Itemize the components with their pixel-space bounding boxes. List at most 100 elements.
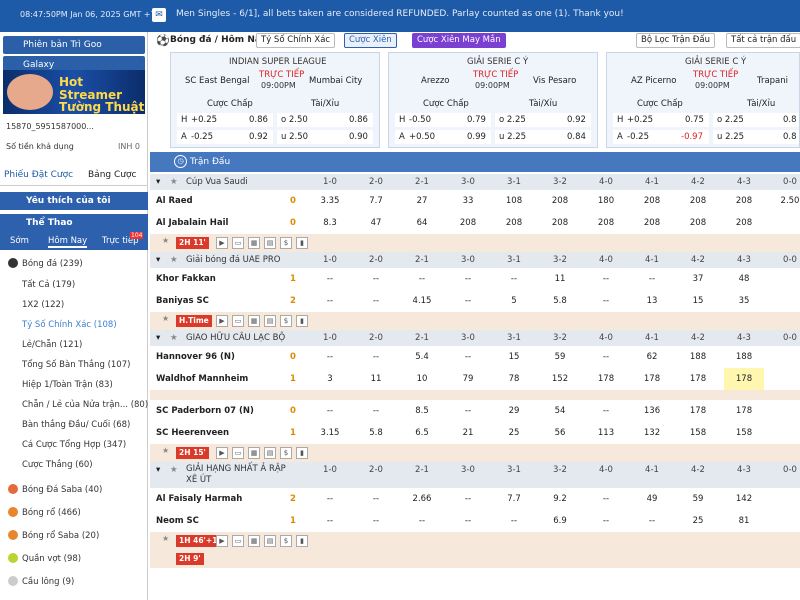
market-item[interactable]: Cá Cược Tổng Hợp (347) — [22, 440, 126, 450]
sports-header[interactable]: Thể Thao — [0, 214, 148, 232]
market-item[interactable]: Lẻ/Chẵn (121) — [22, 340, 82, 350]
odds-cell[interactable]: 158 — [678, 422, 718, 444]
info-icon[interactable]: ▤ — [264, 315, 276, 327]
odds-box[interactable]: o 2.25 0.8 — [713, 113, 799, 127]
play-icon[interactable]: ▶ — [216, 535, 228, 547]
odds-cell[interactable]: 54 — [540, 400, 580, 422]
odds-cell[interactable]: -- — [448, 290, 488, 312]
odds-box[interactable]: A +0.50 0.99 — [395, 130, 491, 144]
odds-cell[interactable]: 7.7 — [356, 190, 396, 212]
odds-cell[interactable]: 178 — [724, 400, 764, 422]
star-icon[interactable]: ★ — [162, 314, 169, 323]
chart-icon[interactable]: ▮ — [296, 237, 308, 249]
market-item[interactable]: Tổng Số Bàn Thắng (107) — [22, 360, 130, 370]
market-item[interactable]: Tất Cả (179) — [22, 280, 75, 290]
odds-cell[interactable]: 56 — [540, 422, 580, 444]
star-icon[interactable]: ★ — [170, 330, 178, 346]
market-item[interactable]: Bàn thắng Đầu/ Cuối (68) — [22, 420, 130, 430]
odds-cell[interactable]: 5 — [494, 290, 534, 312]
odds-cell[interactable]: 178 — [632, 368, 672, 390]
odds-cell[interactable]: 10 — [402, 368, 442, 390]
stats-icon[interactable]: ▦ — [248, 315, 260, 327]
odds-cell[interactable]: 78 — [494, 368, 534, 390]
odds-cell[interactable]: 29 — [494, 400, 534, 422]
odds-cell[interactable]: 132 — [632, 422, 672, 444]
coin-icon[interactable]: $ — [280, 447, 292, 459]
market-item[interactable]: Hiệp 1/Toàn Trận (83) — [22, 380, 113, 390]
odds-cell[interactable]: -- — [586, 268, 626, 290]
odds-cell[interactable]: -- — [448, 268, 488, 290]
odds-cell[interactable]: 3 — [310, 368, 350, 390]
odds-cell[interactable]: 3.15 — [310, 422, 350, 444]
odds-cell[interactable]: 208 — [586, 212, 626, 234]
tv-icon[interactable]: ▭ — [232, 315, 244, 327]
odds-cell[interactable]: -- — [310, 510, 350, 532]
featured-card[interactable]: GIẢI SERIE C Ý AZ Picerno TRỰC TIẾP 09:0… — [606, 52, 800, 148]
featured-card[interactable]: GIẢI SERIE C Ý Arezzo TRỰC TIẾP 09:00PM … — [388, 52, 598, 148]
odds-cell[interactable]: 81 — [724, 510, 764, 532]
odds-cell[interactable]: 208 — [540, 212, 580, 234]
odds-cell[interactable]: 178 — [678, 368, 718, 390]
odds-cell[interactable]: -- — [310, 268, 350, 290]
odds-cell[interactable]: 59 — [540, 346, 580, 368]
odds-cell[interactable]: 33 — [448, 190, 488, 212]
odds-cell[interactable]: -- — [586, 510, 626, 532]
odds-cell[interactable]: 208 — [540, 190, 580, 212]
version-button[interactable]: Phiên bản Trì Goo — [3, 36, 145, 54]
team-name[interactable]: Al Jabalain Hail — [156, 212, 228, 234]
info-icon[interactable]: ▤ — [264, 237, 276, 249]
star-icon[interactable]: ★ — [170, 252, 178, 268]
market-item-selected[interactable]: Tỷ Số Chính Xác (108) — [22, 320, 117, 330]
odds-cell[interactable]: 27 — [402, 190, 442, 212]
odds-cell[interactable]: -- — [586, 488, 626, 510]
info-icon[interactable]: ▤ — [264, 535, 276, 547]
play-icon[interactable]: ▶ — [216, 237, 228, 249]
odds-cell[interactable]: -- — [586, 400, 626, 422]
odds-cell[interactable]: 142 — [724, 488, 764, 510]
promo-banner[interactable]: Hot Streamer Tường Thuật — [3, 70, 145, 114]
odds-cell[interactable]: 11 — [540, 268, 580, 290]
odds-cell[interactable]: 108 — [494, 190, 534, 212]
sport-football[interactable]: Bóng đá (239) — [8, 258, 83, 269]
league-row[interactable]: ▾ ★ Cúp Vua Saudi 1-0 2-0 2-1 3-0 3-1 3-2 4-0 4-1 4… — [150, 174, 800, 190]
all-matches-select[interactable]: Tất cả trận đấu — [726, 33, 800, 48]
odds-cell[interactable]: -- — [310, 290, 350, 312]
odds-box[interactable]: u 2.50 0.90 — [277, 130, 373, 144]
team-name[interactable]: Hannover 96 (N) — [156, 346, 235, 368]
odds-cell[interactable]: -- — [310, 346, 350, 368]
sport-item[interactable]: Bóng Đá Saba (40) — [8, 484, 102, 495]
odds-cell[interactable]: 188 — [724, 346, 764, 368]
odds-cell[interactable]: 113 — [586, 422, 626, 444]
odds-cell[interactable]: 7.7 — [494, 488, 534, 510]
odds-cell[interactable]: -- — [632, 268, 672, 290]
play-icon[interactable]: ▶ — [216, 315, 228, 327]
league-row[interactable]: ▾ ★ Giải bóng đá UAE PRO 1-0 2-0 2-1 3-0 3-1 3-2… — [150, 252, 800, 268]
odds-cell[interactable]: 9.2 — [540, 488, 580, 510]
odds-cell[interactable]: 6.9 — [540, 510, 580, 532]
odds-cell[interactable]: -- — [586, 346, 626, 368]
tab-bet-table[interactable]: Bảng Cược — [88, 170, 136, 180]
chart-icon[interactable]: ▮ — [296, 315, 308, 327]
odds-cell[interactable]: 11 — [356, 368, 396, 390]
odds-cell[interactable]: -- — [402, 268, 442, 290]
odds-cell[interactable]: 8.5 — [402, 400, 442, 422]
odds-cell[interactable]: 5.8 — [356, 422, 396, 444]
odds-cell[interactable]: 188 — [678, 346, 718, 368]
odds-cell[interactable]: 208 — [724, 190, 764, 212]
chevron-down-icon[interactable]: ▾ — [156, 462, 160, 478]
subtab-early[interactable]: Sớm — [10, 236, 29, 246]
tv-icon[interactable]: ▭ — [232, 535, 244, 547]
odds-cell[interactable]: -- — [356, 400, 396, 422]
odds-box[interactable]: H +0.25 0.86 — [177, 113, 273, 127]
odds-cell[interactable]: 136 — [632, 400, 672, 422]
odds-cell[interactable]: 15 — [678, 290, 718, 312]
odds-cell[interactable]: 8.3 — [310, 212, 350, 234]
star-icon[interactable]: ★ — [162, 446, 169, 455]
coin-icon[interactable]: $ — [280, 315, 292, 327]
odds-cell[interactable]: 25 — [494, 422, 534, 444]
play-icon[interactable]: ▶ — [216, 447, 228, 459]
odds-cell[interactable]: 208 — [678, 212, 718, 234]
coin-icon[interactable]: $ — [280, 535, 292, 547]
odds-cell[interactable]: 59 — [678, 488, 718, 510]
odds-box[interactable]: A -0.25 0.92 — [177, 130, 273, 144]
